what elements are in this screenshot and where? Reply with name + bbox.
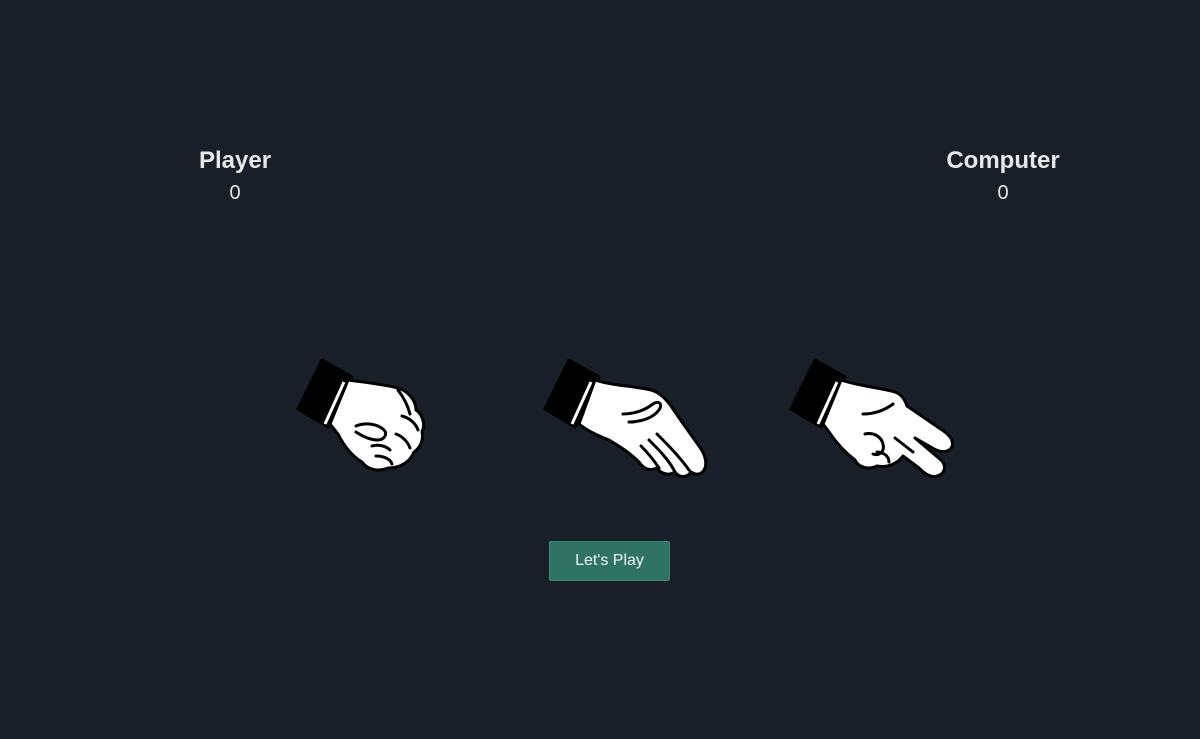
lets-play-button[interactable]: Let's Play — [549, 541, 670, 581]
player-score: 0 — [229, 182, 241, 204]
computer-score-panel: Computer 0 — [903, 146, 1103, 205]
scissors-choice[interactable] — [785, 352, 955, 487]
computer-score: 0 — [997, 182, 1009, 204]
computer-title: Computer — [946, 147, 1060, 174]
paper-hand-icon — [543, 358, 708, 478]
game-board: Player 0 Computer 0 Let's Play — [0, 0, 1200, 739]
paper-choice[interactable] — [539, 352, 709, 487]
player-title: Player — [198, 147, 272, 174]
scissors-hand-icon — [789, 358, 954, 478]
rock-choice[interactable] — [292, 352, 462, 487]
player-score-panel: Player 0 — [135, 146, 335, 205]
rock-hand-icon — [296, 358, 426, 472]
